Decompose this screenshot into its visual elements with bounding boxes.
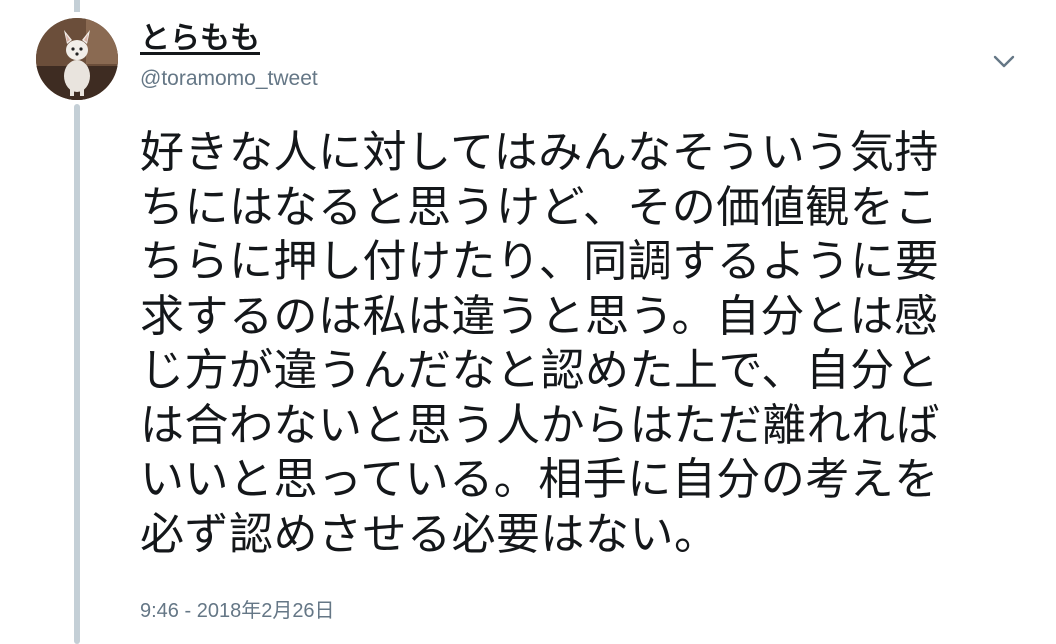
tweet-text-line: いいと思っている。相手に自分の考えを [140,454,939,505]
tweet-timestamp[interactable]: 9:46 - 2018年2月26日 [140,598,335,624]
chevron-down-icon [993,55,1015,68]
tweet-menu-button[interactable] [986,46,1022,76]
tweet-text-line: 必ず認めさせる必要はない。 [140,508,719,560]
thread-connector-top [74,0,80,12]
dog-photo-avatar-icon [36,18,118,100]
tweet-text-line: ちらに押し付けたり、同調するように要 [140,236,940,287]
author-handle[interactable]: @toramomo_tweet [140,66,318,92]
author-display-name[interactable]: とらもも [140,20,260,58]
avatar[interactable] [36,18,118,100]
tweet-text-line: は合わないと思う人からはただ離れれば [140,399,941,451]
tweet-text-line: 好きな人に対してはみんなそういう気持 [140,127,939,178]
tweet-text: 好きな人に対してはみんなそういう気持 ちにはなると思うけど、その価値観をこ ちら… [140,126,1020,562]
tweet-text-line: じ方が違うんだなと認めた上で、自分と [140,345,940,396]
tweet-text-line: ちにはなると思うけど、その価値観をこ [140,181,939,233]
thread-connector-line [74,104,80,644]
tweet-text-line: 求するのは私は違うと思う。自分とは感 [140,290,939,342]
